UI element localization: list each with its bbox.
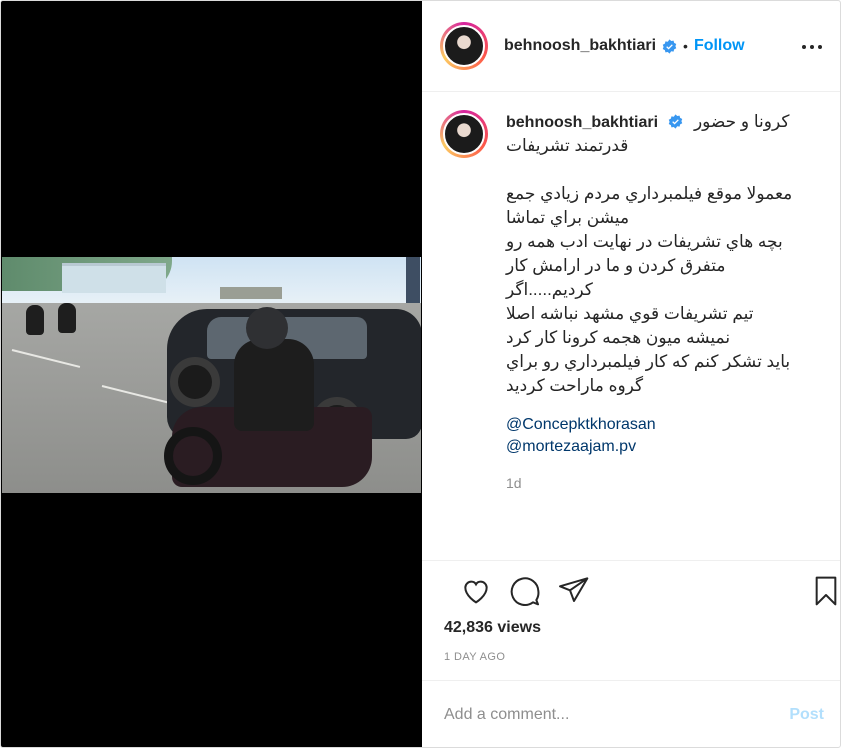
caption-paragraph: معمولا موقع فيلمبرداري مردم زيادي جمع مي…	[506, 182, 806, 398]
post-comment-button[interactable]: Post	[789, 706, 824, 724]
separator-dot: •	[683, 38, 688, 54]
heart-icon[interactable]	[460, 575, 492, 607]
follow-button[interactable]: Follow	[694, 37, 745, 55]
add-comment-bar: Post	[422, 680, 840, 747]
post-header: behnoosh_bakhtiari • Follow	[422, 1, 840, 92]
avatar[interactable]	[440, 22, 488, 70]
post-modal: behnoosh_bakhtiari • Follow behnoosh_bak…	[0, 0, 841, 748]
video-rider	[234, 339, 314, 431]
username-link[interactable]: behnoosh_bakhtiari	[504, 37, 656, 55]
bookmark-icon[interactable]	[810, 575, 841, 607]
video-player[interactable]	[2, 257, 421, 493]
post-details: behnoosh_bakhtiari • Follow behnoosh_bak…	[422, 1, 841, 747]
comment-input[interactable]	[444, 706, 790, 724]
caption-avatar[interactable]	[440, 110, 488, 158]
paper-plane-icon[interactable]	[558, 575, 590, 607]
action-bar: 42,836 views 1 DAY AGO	[422, 560, 841, 680]
verified-badge-icon	[669, 114, 683, 129]
media-panel[interactable]	[1, 1, 422, 747]
caption-text-line: معمولا موقع فيلمبرداري مردم زيادي جمع	[506, 184, 793, 203]
caption-text-line: بچه هاي تشريفات در نهايت ادب همه رو	[506, 232, 783, 251]
post-date[interactable]: 1 DAY AGO	[444, 651, 824, 663]
comment-bubble-icon[interactable]	[509, 575, 541, 607]
more-options-icon[interactable]	[800, 35, 824, 59]
caption-username[interactable]: behnoosh_bakhtiari	[506, 114, 658, 131]
caption-time[interactable]: 1d	[506, 472, 806, 494]
caption-line-2: قدرتمند تشريفات	[506, 136, 629, 155]
mention-link[interactable]: @Concepktkhorasan	[506, 414, 806, 436]
mention-link[interactable]: @mortezaajam.pv	[506, 436, 806, 458]
caption-text-line: نميشه ميون هجمه كرونا كار كرد	[506, 328, 731, 347]
caption-text-line: بايد تشكر كنم كه كار فيلمبرداري رو براي	[506, 352, 791, 371]
caption-text-line: تيم تشريفات قوي مشهد نباشه اصلا	[506, 304, 754, 323]
caption-text-line: ميشن براي تماشا	[506, 208, 630, 227]
caption-text-line: گروه ماراحت كرديد	[506, 376, 644, 395]
caption-text-line: متفرق كردن و ما در ارامش كار كرديم.....ا…	[506, 256, 726, 299]
caption-line-1: كرونا و حضور	[693, 112, 790, 131]
comments-section: behnoosh_bakhtiari كرونا و حضور قدرتمند …	[422, 92, 840, 560]
verified-badge-icon	[662, 38, 677, 54]
mentions: @Concepktkhorasan @mortezaajam.pv	[506, 414, 806, 458]
caption-item: behnoosh_bakhtiari كرونا و حضور قدرتمند …	[440, 110, 824, 494]
